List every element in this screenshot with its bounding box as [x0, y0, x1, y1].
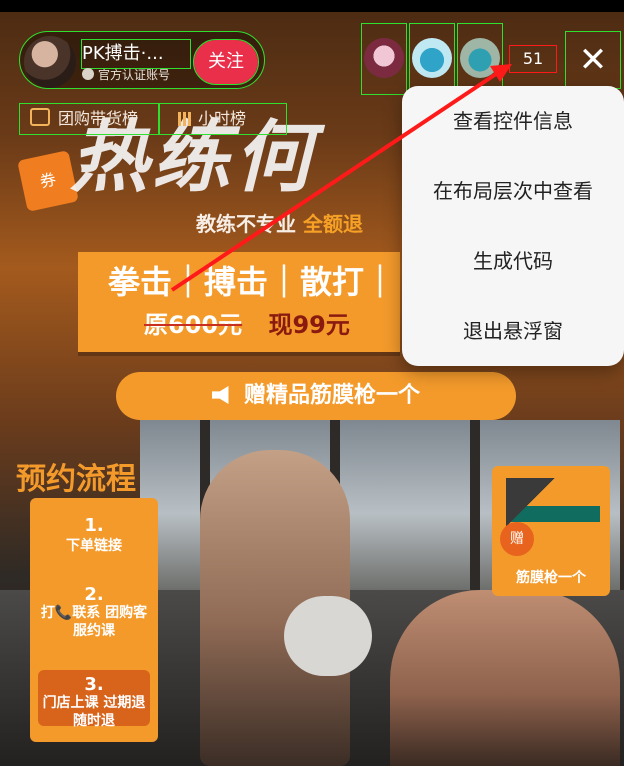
- promo-subtitle: 教练不专业 全额退: [196, 210, 400, 238]
- step-text: 下单链接: [66, 538, 122, 554]
- flow-title: 预约流程: [16, 462, 136, 497]
- shop-icon: [30, 108, 50, 126]
- viewer-avatar[interactable]: [361, 23, 407, 95]
- gift-text: 赠精品筋膜枪一个: [243, 383, 420, 408]
- trainer-figure: [390, 590, 620, 766]
- viewer-avatar-image: [412, 38, 452, 78]
- old-price: 原600元: [144, 311, 243, 339]
- step-text: 打📞联系 团购客服约课: [40, 605, 148, 639]
- menu-item-generate-code[interactable]: 生成代码: [402, 226, 624, 296]
- massage-gun-label: 筋膜枪一个: [516, 570, 586, 586]
- viewer-avatar[interactable]: [409, 23, 455, 95]
- boxing-glove: [284, 596, 372, 676]
- viewer-avatar-image: [460, 38, 500, 78]
- banner-services: 拳击｜搏击｜散打｜: [108, 263, 397, 301]
- verified-label: 官方认证账号: [82, 66, 192, 84]
- step-number: 1.: [84, 515, 104, 536]
- verified-text: 官方认证账号: [98, 68, 171, 82]
- new-price: 现99元: [268, 311, 350, 339]
- anchor-avatar[interactable]: [24, 36, 76, 88]
- promo-subtitle-text: 教练不专业: [196, 212, 296, 236]
- menu-item-view-in-hierarchy[interactable]: 在布局层次中查看: [402, 156, 624, 226]
- coupon-label: 券: [38, 169, 58, 192]
- follow-button[interactable]: 关注: [193, 39, 259, 85]
- gift-banner: 赠精品筋膜枪一个: [116, 372, 516, 420]
- viewer-count[interactable]: 51: [509, 45, 557, 73]
- context-menu: 查看控件信息 在布局层次中查看 生成代码 退出悬浮窗: [402, 86, 624, 366]
- flow-step: 1. 下单链接: [38, 516, 150, 562]
- viewer-avatar-image: [364, 38, 404, 78]
- live-stream-screen: 券 热练何 教练不专业 全额退 拳击｜搏击｜散打｜ 原600元 现99元 赠精品…: [0, 0, 624, 766]
- tag-label: 团购带货榜: [58, 109, 139, 128]
- price-banner: 拳击｜搏击｜散打｜ 原600元 现99元: [78, 252, 400, 352]
- flow-step: 2. 打📞联系 团购客服约课: [38, 586, 150, 640]
- hourly-rank-tag[interactable]: 小时榜: [159, 103, 287, 135]
- step-number: 2.: [84, 584, 104, 605]
- step-number: 3.: [84, 674, 104, 695]
- step-text: 门店上课 过期退随时退: [42, 695, 146, 729]
- groupbuy-rank-tag[interactable]: 团购带货榜: [19, 103, 159, 135]
- massage-gun-card: 赠 筋膜枪一个: [492, 466, 610, 596]
- gift-badge: 赠: [500, 522, 534, 556]
- verified-icon: [82, 68, 94, 80]
- tag-label: 小时榜: [198, 109, 247, 128]
- anchor-name[interactable]: PK搏击·...: [81, 39, 191, 69]
- status-bar: [0, 0, 624, 12]
- close-icon[interactable]: ✕: [565, 31, 621, 89]
- window-frame: [470, 420, 480, 590]
- menu-item-exit-floating-window[interactable]: 退出悬浮窗: [402, 296, 624, 366]
- rank-bars-icon: [178, 112, 192, 126]
- speaker-icon: [211, 386, 229, 404]
- booking-flow-card: 1. 下单链接 2. 打📞联系 团购客服约课 3. 门店上课 过期退随时退: [30, 498, 158, 742]
- flow-step: 3. 门店上课 过期退随时退: [38, 670, 150, 729]
- promo-subtitle-highlight: 全额退: [302, 212, 363, 236]
- menu-item-view-widget-info[interactable]: 查看控件信息: [402, 86, 624, 156]
- viewer-avatar[interactable]: [457, 23, 503, 95]
